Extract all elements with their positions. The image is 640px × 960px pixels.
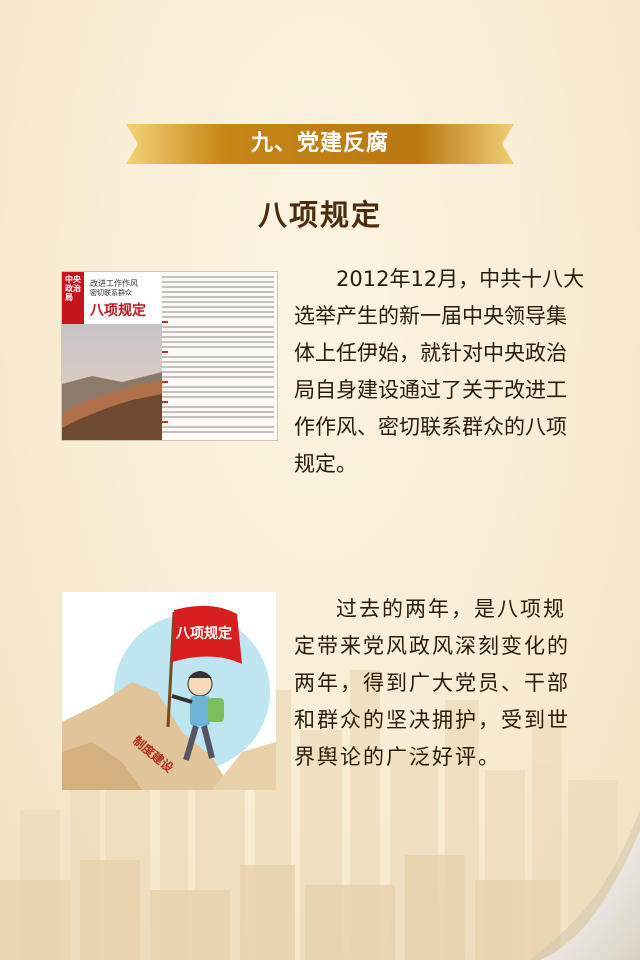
cartoon-illustration: 八项规定 制度建设 [62,592,276,790]
newspaper-headline: 改进工作作风 密切联系群众 八项规定 [84,272,162,324]
great-wall-photo [62,324,162,440]
section-title: 九、党建反腐 [250,131,389,156]
newspaper-headline-line2: 密切联系群众 [90,289,132,297]
newspaper-headline-main: 八项规定 [90,303,146,319]
section-banner: 九、党建反腐 [126,124,514,164]
article-paragraph-1: 2012年12月，中共十八大选举产生的新一届中央领导集体上任伊始，就针对中央政治… [294,267,585,476]
cartoon-drawing: 八项规定 制度建设 [62,605,276,790]
newspaper-side-text: 中央政治局 [65,275,81,302]
newspaper-image: 中央政治局 改进工作作风 密切联系群众 八项规定 [61,271,278,441]
newspaper-text-columns [162,276,274,436]
article-paragraph-2: 过去的两年，是八项规定带来党风政风深刻变化的两年，得到广大党员、干部和群众的坚决… [294,597,570,769]
page-subtitle: 八项规定 [257,198,382,232]
flag-text: 八项规定 [175,625,232,642]
page-curl-decoration [530,810,640,960]
newspaper-side-label: 中央政治局 [62,272,84,324]
